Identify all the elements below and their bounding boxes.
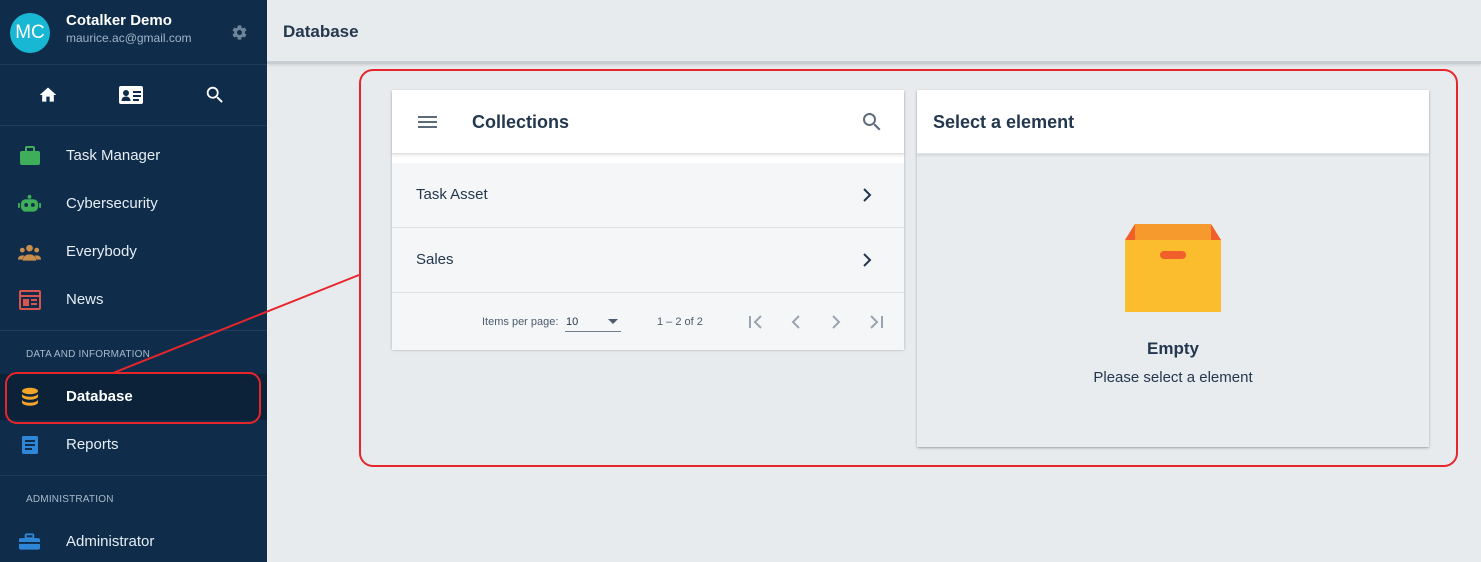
section-label-data: DATA AND INFORMATION [26, 349, 151, 360]
section-label-admin: ADMINISTRATION [26, 494, 114, 505]
sidebar-item-label: News [66, 291, 104, 308]
sidebar-item-cybersecurity[interactable]: Cybersecurity [0, 181, 267, 227]
contact-card-icon[interactable] [118, 83, 144, 107]
profile-email: maurice.ac@gmail.com [66, 31, 192, 45]
annotation-highlight-nav [5, 372, 261, 424]
profile-name: Cotalker Demo [66, 12, 172, 29]
briefcase-icon [18, 145, 41, 167]
sidebar-item-everybody[interactable]: Everybody [0, 229, 267, 275]
sidebar-item-reports[interactable]: Reports [0, 422, 267, 468]
search-icon[interactable] [202, 83, 228, 107]
sidebar: MC Cotalker Demo maurice.ac@gmail.com Ta… [0, 0, 267, 562]
sidebar-item-label: Everybody [66, 243, 137, 260]
sidebar-item-news[interactable]: News [0, 277, 267, 323]
page-title: Database [283, 22, 359, 41]
sidebar-item-task-manager[interactable]: Task Manager [0, 133, 267, 179]
newspaper-icon [18, 289, 41, 311]
home-icon[interactable] [35, 83, 61, 107]
quick-actions [0, 65, 267, 126]
top-bar: Database [267, 0, 1481, 64]
sidebar-item-label: Task Manager [66, 147, 161, 164]
divider [0, 475, 267, 476]
avatar[interactable]: MC [10, 13, 50, 53]
divider [0, 330, 267, 331]
annotation-highlight-content [359, 69, 1458, 467]
sidebar-item-label: Reports [66, 436, 119, 453]
robot-icon [18, 193, 41, 215]
sidebar-item-label: Administrator [66, 533, 155, 550]
sidebar-item-administrator[interactable]: Administrator [0, 519, 267, 562]
people-icon [18, 241, 41, 263]
profile-header: MC Cotalker Demo maurice.ac@gmail.com [0, 0, 267, 65]
toolbox-icon [18, 531, 41, 553]
gear-icon[interactable] [231, 24, 248, 41]
sidebar-item-label: Cybersecurity [66, 195, 158, 212]
report-icon [18, 434, 41, 456]
